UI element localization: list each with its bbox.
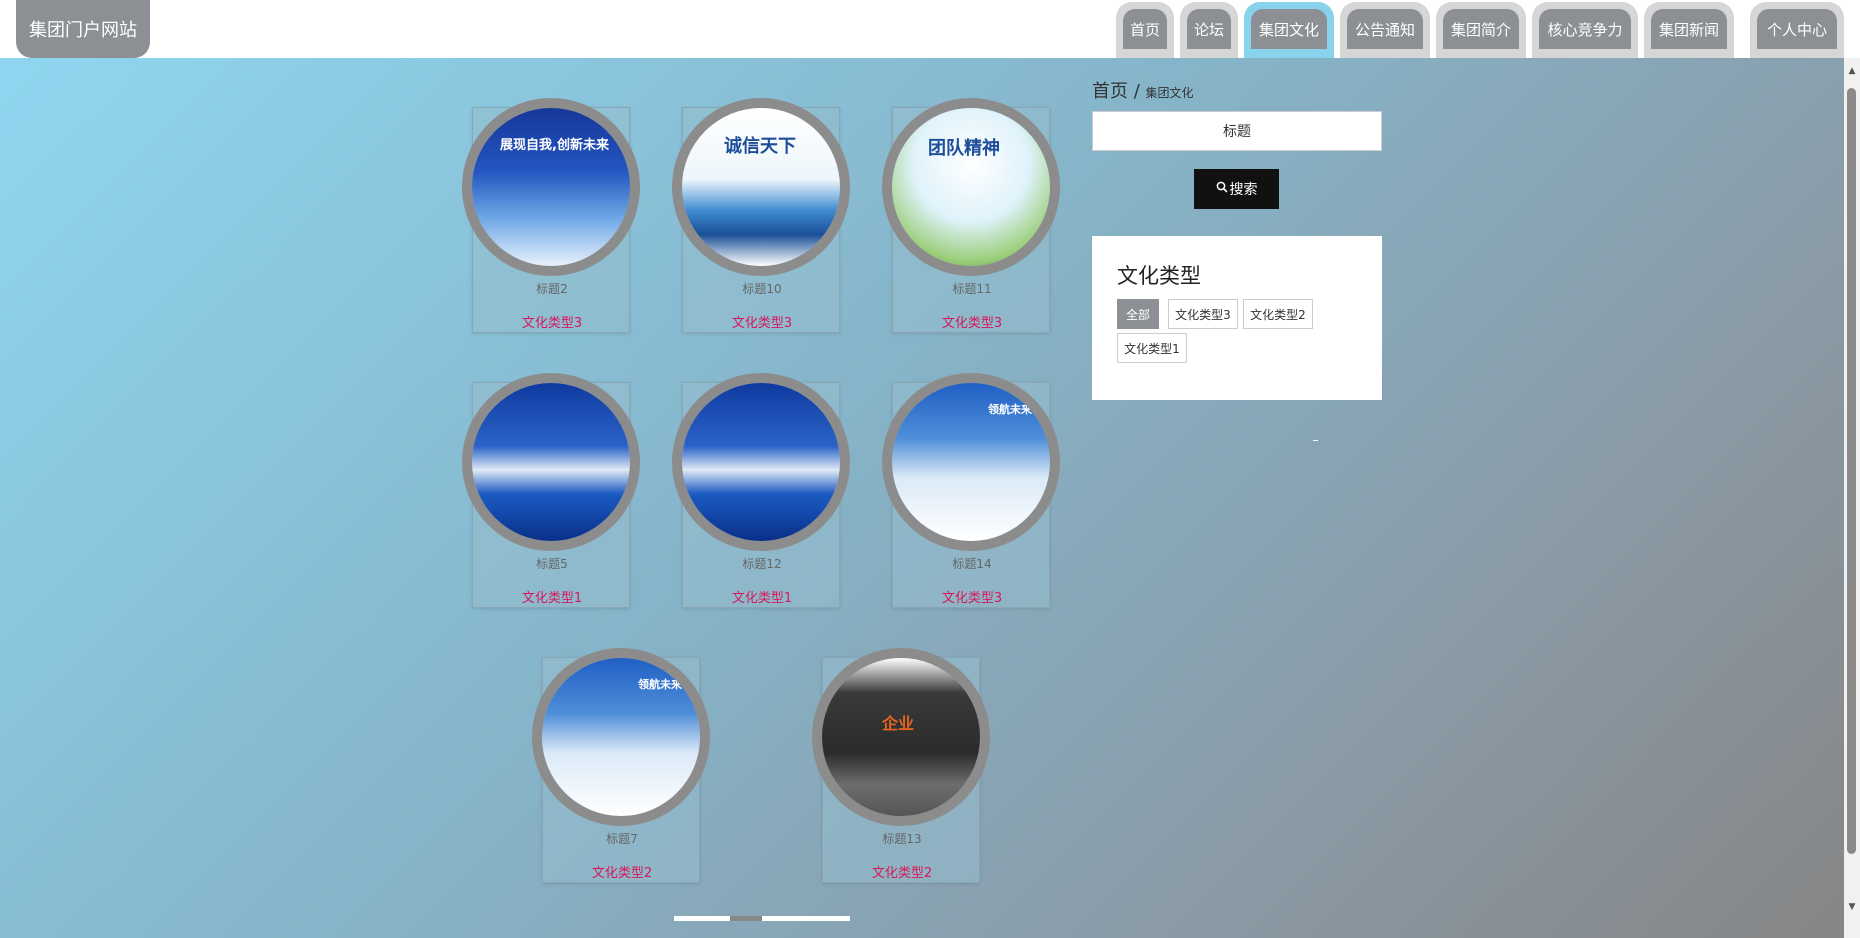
- search-input[interactable]: [1092, 111, 1382, 151]
- search-button[interactable]: 搜索: [1194, 169, 1279, 209]
- search-icon: [1216, 181, 1228, 197]
- card-type[interactable]: 文化类型1: [683, 587, 841, 606]
- nav-item-news[interactable]: 集团新闻: [1644, 2, 1734, 58]
- nav-item-label: 集团新闻: [1651, 9, 1727, 49]
- card-title[interactable]: 标题7: [543, 830, 701, 847]
- card-title[interactable]: 标题13: [823, 830, 981, 847]
- culture-card[interactable]: 标题12 文化类型1: [672, 373, 850, 608]
- card-title[interactable]: 标题10: [683, 280, 841, 297]
- culture-card[interactable]: 领航未来 标题14 文化类型3: [882, 373, 1060, 608]
- pager-segment-active[interactable]: [730, 916, 762, 921]
- card-image[interactable]: 领航未来: [532, 648, 710, 826]
- search-button-label: 搜索: [1229, 182, 1258, 198]
- nav-item-culture[interactable]: 集团文化: [1244, 2, 1334, 58]
- card-title[interactable]: 标题5: [473, 555, 631, 572]
- card-image[interactable]: 团队精神: [882, 98, 1060, 276]
- filter-title: 文化类型: [1117, 264, 1201, 288]
- filter-tag[interactable]: 文化类型1: [1117, 333, 1187, 363]
- culture-card[interactable]: 企业 标题13 文化类型2: [812, 648, 990, 883]
- nav-item-profile[interactable]: 个人中心: [1750, 2, 1844, 58]
- culture-card[interactable]: 团队精神 标题11 文化类型3: [882, 98, 1060, 333]
- image-caption: 领航未来: [638, 678, 682, 691]
- nav-item-notice[interactable]: 公告通知: [1340, 2, 1430, 58]
- card-image[interactable]: [462, 373, 640, 551]
- card-image[interactable]: 领航未来: [882, 373, 1060, 551]
- divider: [1313, 440, 1318, 441]
- nav-item-label: 个人中心: [1757, 9, 1837, 49]
- filter-tag[interactable]: 文化类型2: [1243, 299, 1313, 329]
- nav-item-forum[interactable]: 论坛: [1180, 2, 1238, 58]
- card-title[interactable]: 标题11: [893, 280, 1051, 297]
- pager[interactable]: [674, 916, 850, 921]
- card-type[interactable]: 文化类型3: [683, 312, 841, 331]
- pager-segment[interactable]: [674, 916, 730, 921]
- breadcrumb-home[interactable]: 首页: [1092, 81, 1128, 102]
- card-type[interactable]: 文化类型3: [473, 312, 631, 331]
- card-title[interactable]: 标题2: [473, 280, 631, 297]
- card-title[interactable]: 标题12: [683, 555, 841, 572]
- card-type[interactable]: 文化类型2: [543, 862, 701, 881]
- nav-item-competitiveness[interactable]: 核心竞争力: [1532, 2, 1638, 58]
- card-image[interactable]: 诚信天下: [672, 98, 850, 276]
- culture-card[interactable]: 领航未来 标题7 文化类型2: [532, 648, 710, 883]
- nav-item-label: 公告通知: [1347, 9, 1423, 49]
- image-caption: 展现自我,创新未来: [500, 138, 609, 153]
- filter-panel: 文化类型 全部 文化类型3 文化类型2 文化类型1: [1092, 236, 1382, 400]
- site-logo[interactable]: 集团门户网站: [16, 0, 150, 58]
- card-type[interactable]: 文化类型3: [893, 312, 1051, 331]
- scroll-down-icon[interactable]: ▼: [1847, 902, 1857, 912]
- card-image[interactable]: 企业: [812, 648, 990, 826]
- image-caption: 领航未来: [988, 403, 1032, 416]
- filter-tag-all[interactable]: 全部: [1117, 299, 1159, 329]
- filter-tag[interactable]: 文化类型3: [1168, 299, 1238, 329]
- image-caption: 团队精神: [928, 138, 1000, 159]
- card-image[interactable]: [672, 373, 850, 551]
- nav-item-label: 首页: [1123, 9, 1167, 49]
- card-title[interactable]: 标题14: [893, 555, 1051, 572]
- nav-item-label: 集团简介: [1443, 9, 1519, 49]
- breadcrumb-separator: /: [1133, 81, 1140, 102]
- card-image[interactable]: 展现自我,创新未来: [462, 98, 640, 276]
- card-type[interactable]: 文化类型2: [823, 862, 981, 881]
- nav-item-label: 集团文化: [1251, 9, 1327, 49]
- nav-item-intro[interactable]: 集团简介: [1436, 2, 1526, 58]
- top-bar: 集团门户网站 首页 论坛 集团文化 公告通知 集团简介 核心竞争力 集团新闻 个…: [0, 0, 1860, 58]
- culture-card[interactable]: 展现自我,创新未来 标题2 文化类型3: [462, 98, 640, 333]
- site-title: 集团门户网站: [29, 20, 137, 41]
- nav-item-home[interactable]: 首页: [1116, 2, 1174, 58]
- pager-segment[interactable]: [762, 916, 850, 921]
- breadcrumb: 首页 / 集团文化: [1092, 77, 1194, 103]
- image-caption: 企业: [882, 714, 915, 733]
- scroll-up-icon[interactable]: ▲: [1847, 66, 1857, 76]
- culture-card[interactable]: 标题5 文化类型1: [462, 373, 640, 608]
- card-type[interactable]: 文化类型3: [893, 587, 1051, 606]
- scrollbar-thumb[interactable]: [1847, 88, 1856, 854]
- image-caption: 诚信天下: [724, 136, 796, 157]
- card-type[interactable]: 文化类型1: [473, 587, 631, 606]
- nav-item-label: 论坛: [1187, 9, 1231, 49]
- culture-card[interactable]: 诚信天下 标题10 文化类型3: [672, 98, 850, 333]
- nav-item-label: 核心竞争力: [1539, 9, 1631, 49]
- breadcrumb-current: 集团文化: [1145, 86, 1194, 100]
